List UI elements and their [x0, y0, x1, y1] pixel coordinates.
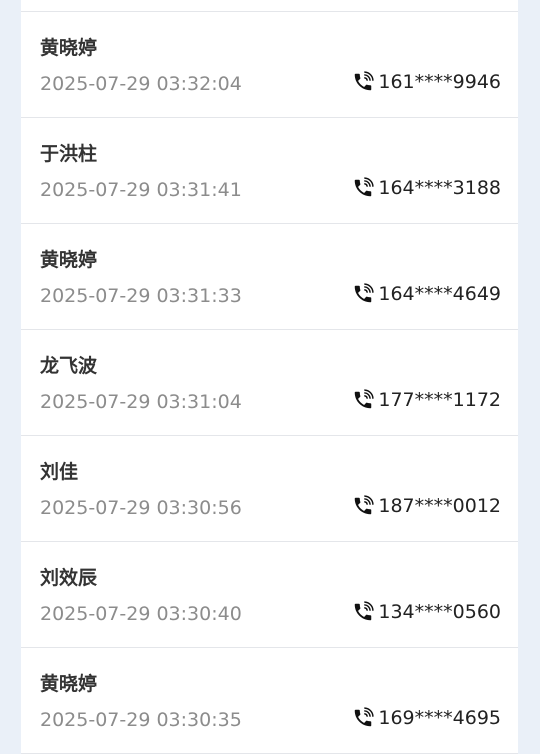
phone-number: 134****0560 [378, 601, 501, 623]
phone-number-group[interactable]: 134****0560 [352, 600, 501, 624]
phone-number: 164****3188 [378, 177, 501, 199]
phone-ringing-icon [352, 495, 375, 517]
caller-name: 刘效辰 [40, 567, 98, 589]
call-time: 2025-07-29 03:31:41 [40, 179, 242, 201]
call-record-item[interactable]: 黄晓婷 2025-07-29 03:32:04 161****9946 [21, 12, 518, 118]
call-time: 2025-07-29 03:31:04 [40, 391, 242, 413]
caller-name: 黄晓婷 [40, 673, 98, 695]
phone-number-group[interactable]: 164****4649 [352, 282, 501, 306]
call-time: 2025-07-29 03:32:04 [40, 73, 242, 95]
call-time: 2025-07-29 03:31:33 [40, 285, 242, 307]
caller-name: 于洪柱 [40, 143, 98, 165]
call-record-item[interactable]: 刘佳 2025-07-29 03:30:56 187****0012 [21, 436, 518, 542]
phone-number-group[interactable]: 164****3188 [352, 176, 501, 200]
call-record-item[interactable]: 龙飞波 2025-07-29 03:31:04 177****1172 [21, 330, 518, 436]
caller-name: 黄晓婷 [40, 249, 98, 271]
phone-number: 161****9946 [378, 71, 501, 93]
caller-name: 黄晓婷 [40, 37, 98, 59]
phone-number-group[interactable]: 161****9946 [352, 70, 501, 94]
call-record-list: 黄晓婷 2025-07-29 03:32:04 161****9946 于洪柱 … [21, 0, 518, 754]
phone-ringing-icon [352, 71, 375, 93]
phone-ringing-icon [352, 283, 375, 305]
phone-number-group[interactable]: 169****4695 [352, 706, 501, 730]
call-time: 2025-07-29 03:30:56 [40, 497, 242, 519]
caller-name: 龙飞波 [40, 355, 98, 377]
phone-number: 177****1172 [378, 389, 501, 411]
caller-name: 刘佳 [40, 461, 79, 483]
call-record-item[interactable]: 黄晓婷 2025-07-29 03:30:35 169****4695 [21, 648, 518, 754]
phone-ringing-icon [352, 389, 375, 411]
phone-number-group[interactable]: 177****1172 [352, 388, 501, 412]
call-record-item[interactable]: 于洪柱 2025-07-29 03:31:41 164****3188 [21, 118, 518, 224]
call-record-item[interactable]: 黄晓婷 2025-07-29 03:31:33 164****4649 [21, 224, 518, 330]
call-time: 2025-07-29 03:30:40 [40, 603, 242, 625]
phone-ringing-icon [352, 601, 375, 623]
phone-ringing-icon [352, 177, 375, 199]
call-time: 2025-07-29 03:30:35 [40, 709, 242, 731]
phone-ringing-icon [352, 707, 375, 729]
phone-number-group[interactable]: 187****0012 [352, 494, 501, 518]
call-record-item[interactable]: 刘效辰 2025-07-29 03:30:40 134****0560 [21, 542, 518, 648]
phone-number: 164****4649 [378, 283, 501, 305]
phone-number: 169****4695 [378, 707, 501, 729]
phone-number: 187****0012 [378, 495, 501, 517]
call-record-item[interactable] [21, 0, 518, 12]
